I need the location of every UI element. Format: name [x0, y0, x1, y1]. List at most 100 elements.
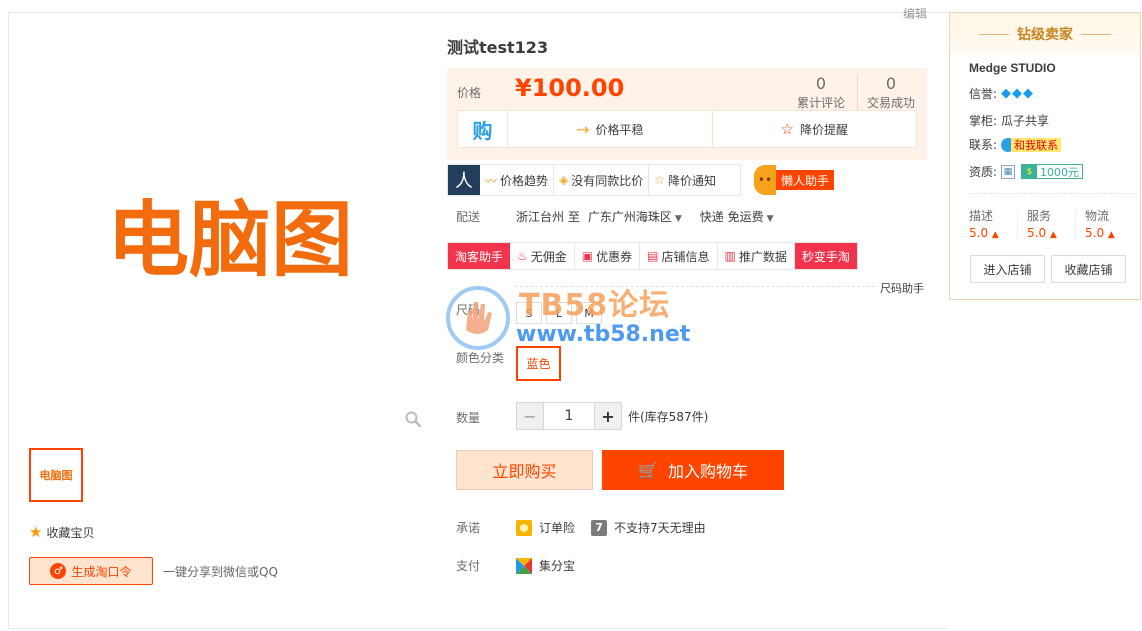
money-bag-icon: ♨	[517, 249, 528, 263]
chevron-down-icon: ▼	[674, 214, 682, 224]
owner-label: 掌柜:	[969, 114, 998, 128]
contact-seller-button[interactable]: 和我联系	[1001, 137, 1062, 152]
price-alert-label: 降价提醒	[799, 122, 848, 137]
chat-bubble-icon: ♂	[50, 563, 67, 579]
add-to-cart-label: 加入购物车	[667, 462, 748, 481]
no-7day-label[interactable]: 不支持7天无理由	[614, 519, 706, 536]
price-panel: 价格 ¥100.00 0 累计评论 0 交易成功 购 → 价格平稳 ☆ 降价提醒	[447, 68, 927, 160]
owner-row: 掌柜: 瓜子共享	[969, 112, 1049, 129]
thumbnail-1[interactable]: 电脑图	[29, 448, 83, 502]
buy-now-button[interactable]: 立即购买	[456, 450, 593, 490]
quantity-input[interactable]: 1	[544, 402, 594, 430]
diamond-icon: ◆	[1001, 86, 1012, 101]
price-trend-tool-label: 价格趋势	[500, 173, 549, 188]
add-to-cart-button[interactable]: 🛒 加入购物车	[602, 450, 784, 490]
enter-shop-button[interactable]: 进入店铺	[970, 255, 1045, 283]
tag-icon: ◈	[559, 173, 569, 187]
price-value: ¥100.00	[515, 74, 625, 102]
price-alert[interactable]: ☆ 降价提醒	[711, 111, 917, 147]
qualification-label: 资质:	[969, 165, 998, 179]
score-service: 服务 5.0 ▲	[1027, 207, 1057, 240]
item-title: 测试test123	[447, 38, 549, 57]
quantity-decrease-button[interactable]: −	[516, 402, 544, 430]
coupon-label: 优惠券	[596, 249, 633, 264]
to-mobile-button[interactable]: 秒变手淘	[794, 243, 857, 269]
jifenbao-label[interactable]: 集分宝	[539, 557, 575, 574]
credit-diamonds[interactable]: ◆◆◆	[1001, 86, 1034, 101]
insurance-label[interactable]: 订单险	[539, 519, 575, 536]
favorite-item-button[interactable]: ★ 收藏宝贝	[29, 523, 94, 541]
score-value: 5.0	[1027, 226, 1047, 240]
trend-icon: 〰	[485, 173, 498, 188]
deals-stat: 0 交易成功	[867, 74, 915, 111]
quantity-increase-button[interactable]: +	[594, 402, 622, 430]
contact-text: 和我联系	[1011, 137, 1062, 152]
promo-data-label: 推广数据	[738, 249, 787, 264]
no-commission-label: 无佣金	[530, 249, 567, 264]
diamond-icon: ◆	[1023, 86, 1034, 101]
right-arrow-icon: →	[576, 119, 590, 139]
id-card-icon[interactable]: ▦	[1001, 164, 1016, 179]
quantity-label: 数量	[456, 411, 481, 425]
buy-assistant-icon[interactable]: 购	[458, 111, 508, 147]
contact-label: 联系:	[969, 138, 998, 152]
forum-watermark-logo	[446, 286, 510, 350]
price-notice-tool[interactable]: ☆ 降价通知	[649, 165, 740, 195]
size-helper-link[interactable]: 尺码助手	[880, 280, 924, 296]
coupon-button[interactable]: ▣ 优惠券	[575, 243, 641, 269]
score-logistics: 物流 5.0 ▲	[1085, 207, 1115, 240]
price-trend[interactable]: → 价格平稳	[508, 111, 712, 147]
no-commission-button[interactable]: ♨ 无佣金	[510, 243, 575, 269]
main-image[interactable]: 电脑图	[100, 190, 360, 280]
divider	[1075, 211, 1076, 241]
seller-level: 钻级卖家	[1017, 27, 1073, 43]
reviews-count: 0	[815, 74, 827, 93]
lazy-assistant-label: 懒人助手	[776, 170, 835, 190]
price-tools: 购 → 价格平稳 ☆ 降价提醒	[457, 110, 917, 148]
favorite-shop-button[interactable]: 收藏店铺	[1051, 255, 1126, 283]
ship-method: 快递 免运费	[699, 210, 764, 224]
generate-taokouling-button[interactable]: ♂ 生成淘口令	[29, 557, 153, 585]
reviews-stat[interactable]: 0 累计评论	[797, 74, 845, 111]
cart-icon: 🛒	[638, 460, 658, 480]
price-notice-label: 降价通知	[668, 173, 717, 188]
chevron-down-icon: ▼	[766, 214, 774, 224]
credit-label: 信誉:	[969, 87, 998, 101]
color-option-blue[interactable]: 蓝色	[516, 346, 561, 381]
compare-tool[interactable]: ◈ 没有同款比价	[554, 165, 650, 195]
ship-to-select[interactable]: 广东广州海珠区 ▼	[588, 208, 682, 225]
taoke-assistant-button[interactable]: 淘客助手	[448, 243, 511, 269]
generate-label: 生成淘口令	[71, 564, 132, 579]
stat-divider	[857, 74, 858, 110]
score-value: 5.0	[1085, 226, 1105, 240]
taoke-toolbar: 淘客助手 ♨ 无佣金 ▣ 优惠券 ▤ 店铺信息 ▥ 推广数据 秒变手淘	[447, 242, 858, 270]
owner-name[interactable]: 瓜子共享	[1001, 112, 1049, 129]
stock-text: 件(库存587件)	[628, 409, 709, 424]
arrow-up-icon: ▲	[1107, 230, 1115, 240]
promo-data-button[interactable]: ▥ 推广数据	[718, 243, 795, 269]
price-trend-tool[interactable]: 〰 价格趋势	[480, 165, 555, 195]
coupon-icon: ▣	[581, 249, 594, 263]
edit-link[interactable]: 编辑	[903, 5, 927, 22]
price-label: 价格	[457, 86, 482, 100]
shop-name[interactable]: Medge STUDIO	[969, 61, 1056, 75]
lazy-face-icon: ••	[754, 165, 776, 195]
zoom-icon[interactable]	[404, 410, 422, 428]
divider	[969, 193, 1137, 194]
jifenbao-icon	[516, 557, 532, 574]
shop-info-button[interactable]: ▤ 店铺信息	[640, 243, 718, 269]
divider	[1017, 211, 1018, 241]
lazy-assistant-button[interactable]: •• 懒人助手	[754, 165, 835, 195]
bond-badge[interactable]: $ 1000元	[1021, 164, 1084, 179]
seller-panel: 钻级卖家 Medge STUDIO 信誉: ◆◆◆ 掌柜: 瓜子共享 联系: 和…	[949, 12, 1141, 300]
thumbnail-text: 电脑图	[39, 469, 73, 482]
star-icon: ★	[29, 523, 43, 541]
ship-from: 浙江台州 至	[516, 210, 580, 224]
score-label: 服务	[1027, 209, 1052, 223]
shop-icon: ▤	[647, 249, 659, 263]
arrow-up-icon: ▲	[1049, 230, 1057, 240]
helper-logo-icon[interactable]: 人	[448, 165, 480, 195]
ship-method-select[interactable]: 快递 免运费 ▼	[700, 208, 774, 225]
arrow-up-icon: ▲	[991, 230, 999, 240]
deals-label: 交易成功	[867, 96, 916, 110]
